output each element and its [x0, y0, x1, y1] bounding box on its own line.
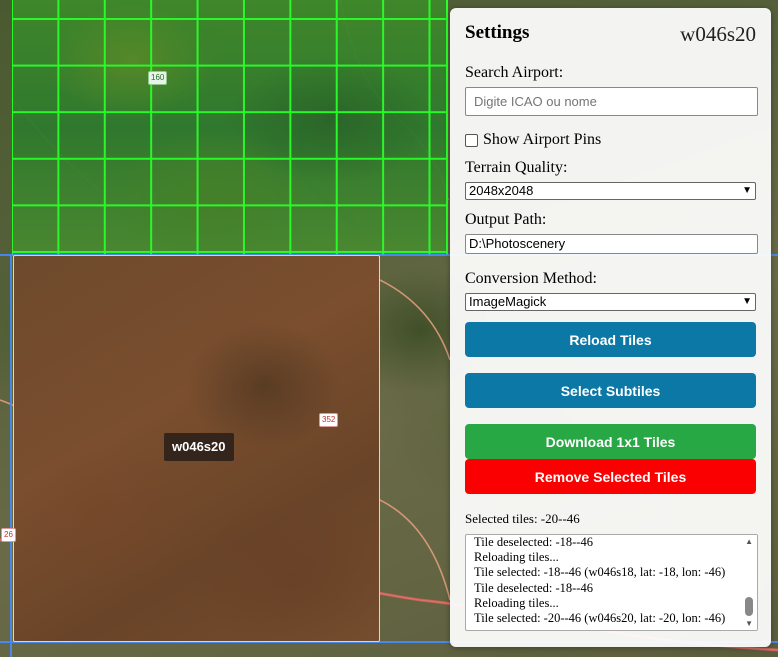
- terrain-quality-value: 2048x2048: [469, 183, 534, 198]
- road-shield: 352: [319, 413, 339, 427]
- search-airport-input[interactable]: [465, 87, 758, 116]
- road-shield: 160: [148, 71, 168, 85]
- select-subtiles-button[interactable]: Select Subtiles: [465, 373, 756, 408]
- selected-tile-label: w046s20: [164, 433, 234, 461]
- output-path-input[interactable]: D:\Photoscenery: [465, 234, 758, 254]
- scroll-up-arrow-icon[interactable]: ▲: [745, 537, 753, 546]
- show-airport-pins-toggle[interactable]: Show Airport Pins: [465, 131, 601, 149]
- reload-tiles-button[interactable]: Reload Tiles: [465, 322, 756, 357]
- tile-boundary-line: [10, 256, 12, 657]
- output-path-label: Output Path:: [465, 211, 547, 228]
- conversion-method-value: ImageMagick: [469, 294, 547, 309]
- remove-selected-tiles-button[interactable]: Remove Selected Tiles: [465, 459, 756, 494]
- log-line: Tile deselected: -18--46: [474, 580, 593, 595]
- log-scrollbar[interactable]: ▲ ▼: [740, 535, 757, 630]
- log-line: Tile deselected: -18--46: [474, 535, 593, 549]
- road-shield: 26: [1, 528, 16, 542]
- terrain-quality-select[interactable]: 2048x2048 ▼: [465, 182, 756, 200]
- log-textarea[interactable]: Tile deselected: -18--46 Reloading tiles…: [465, 534, 758, 631]
- log-lines: Tile deselected: -18--46 Reloading tiles…: [474, 535, 725, 626]
- settings-panel: Settings w046s20 Search Airport: Show Ai…: [450, 8, 771, 647]
- selected-tiles-status: Selected tiles: -20--46: [465, 511, 580, 526]
- log-line: Tile selected: -20--46 (w046s20, lat: -2…: [474, 611, 726, 626]
- chevron-down-icon: ▼: [742, 296, 752, 307]
- subtile-grid[interactable]: [12, 0, 448, 256]
- search-airport-label: Search Airport:: [465, 64, 564, 81]
- show-pins-checkbox[interactable]: [465, 133, 478, 147]
- log-line: Reloading tiles...: [474, 595, 559, 610]
- conversion-method-label: Conversion Method:: [465, 270, 597, 287]
- current-tile-id: w046s20: [680, 22, 756, 46]
- scroll-down-arrow-icon[interactable]: ▼: [745, 619, 753, 628]
- log-line: Tile selected: -18--46 (w046s18, lat: -1…: [474, 565, 726, 580]
- log-line: Reloading tiles...: [474, 550, 559, 565]
- download-tiles-button[interactable]: Download 1x1 Tiles: [465, 424, 756, 459]
- panel-title: Settings: [465, 22, 530, 43]
- scroll-thumb[interactable]: [745, 597, 753, 616]
- chevron-down-icon: ▼: [742, 185, 752, 196]
- terrain-quality-label: Terrain Quality:: [465, 159, 568, 176]
- show-pins-label: Show Airport Pins: [483, 131, 602, 148]
- conversion-method-select[interactable]: ImageMagick ▼: [465, 293, 756, 311]
